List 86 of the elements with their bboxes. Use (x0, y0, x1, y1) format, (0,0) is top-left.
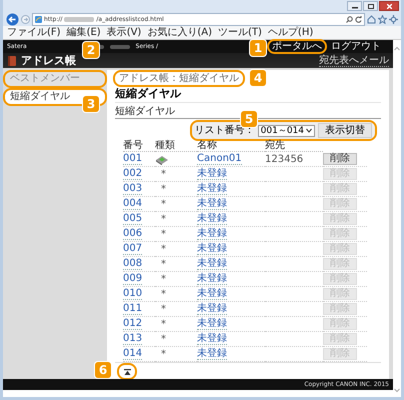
type-mark: * (161, 168, 166, 180)
menu-item[interactable]: 編集(E) (66, 27, 101, 38)
blurred-area (64, 16, 94, 22)
number-link[interactable]: 013 (123, 333, 142, 345)
name-link[interactable]: 未登録 (197, 258, 227, 270)
type-mark: * (161, 228, 166, 240)
home-icon[interactable] (367, 14, 376, 24)
refresh-icon[interactable] (355, 16, 362, 22)
name-link[interactable]: 未登録 (197, 273, 227, 285)
type-mark: * (161, 348, 166, 360)
breadcrumb: アドレス帳：短縮ダイヤル (115, 72, 243, 85)
caret-icon (306, 128, 312, 133)
type-mark: * (161, 184, 166, 194)
column-header: 宛先 (265, 140, 323, 152)
callout-badge: 2 (83, 42, 99, 58)
name-link[interactable]: 未登録 (197, 228, 227, 240)
page-title: 短縮ダイヤル (115, 87, 381, 103)
name-link[interactable]: 未登録 (197, 168, 227, 180)
menu-item[interactable]: お気に入り(A) (147, 27, 212, 38)
back-to-top-button[interactable] (119, 365, 135, 378)
callout-badge: 1 (250, 40, 266, 56)
page-icon (35, 16, 42, 22)
number-link[interactable]: 010 (123, 288, 142, 300)
close-button[interactable] (379, 1, 399, 11)
number-link[interactable]: 009 (123, 273, 142, 285)
number-link[interactable]: 012 (123, 318, 142, 330)
type-mark: * (161, 318, 166, 330)
list-number-dropdown[interactable]: 001～014 (258, 124, 315, 136)
switch-display-button[interactable]: 表示切替 (318, 123, 372, 138)
back-button[interactable] (6, 12, 19, 26)
settings-icon[interactable] (389, 14, 398, 24)
name-link[interactable]: 未登録 (197, 213, 227, 225)
name-link[interactable]: 未登録 (197, 183, 227, 195)
name-link[interactable]: 未登録 (197, 303, 227, 315)
menu-item[interactable]: ツール(T) (218, 27, 262, 38)
name-link[interactable]: 未登録 (197, 348, 227, 360)
type-mark: * (161, 288, 166, 300)
number-link[interactable]: 001 (123, 153, 142, 165)
number-link[interactable]: 004 (123, 198, 142, 210)
mail-link[interactable]: 宛先表へメール (319, 54, 389, 66)
callout-badge: 6 (95, 362, 111, 378)
callout-badge: 3 (83, 96, 99, 112)
star-icon[interactable] (378, 14, 387, 24)
menu-item[interactable]: ヘルプ(H) (268, 27, 314, 38)
menu-item[interactable]: ファイル(F) (7, 27, 61, 38)
maximize-button[interactable] (363, 1, 378, 11)
portal-button[interactable]: ポータルへ (269, 41, 325, 52)
number-link[interactable]: 007 (123, 243, 142, 255)
close-icon (386, 4, 392, 8)
callout-badge: 4 (250, 70, 266, 86)
type-mark: * (161, 274, 166, 284)
number-link[interactable]: 005 (123, 213, 142, 225)
number-link[interactable]: 008 (123, 258, 142, 270)
number-link[interactable]: 011 (123, 303, 142, 315)
type-mark: * (161, 244, 166, 254)
logout-link[interactable]: ログアウト (331, 41, 381, 52)
column-header: 種類 (155, 140, 197, 152)
column-header: 名称 (197, 140, 265, 152)
type-mark: * (161, 214, 166, 224)
name-link[interactable]: Canon01 (197, 153, 242, 165)
name-link[interactable]: 未登録 (197, 333, 227, 345)
number-link[interactable]: 003 (123, 183, 142, 195)
blurred-area (110, 44, 130, 48)
type-mark: * (161, 198, 166, 210)
search-icon[interactable] (346, 16, 353, 22)
number-link[interactable]: 006 (123, 228, 142, 240)
menu-item[interactable]: 表示(V) (106, 27, 142, 38)
app-title: アドレス帳 (21, 53, 76, 68)
type-mark: * (161, 258, 166, 270)
type-mark: * (161, 304, 166, 314)
delete-button[interactable]: 削除 (323, 153, 357, 165)
name-link[interactable]: 未登録 (197, 243, 227, 255)
column-header: 番号 (123, 140, 155, 152)
number-link[interactable]: 002 (123, 168, 142, 180)
book-icon (7, 54, 17, 66)
name-link[interactable]: 未登録 (197, 198, 227, 210)
maximize-icon (368, 4, 374, 8)
number-link[interactable]: 014 (123, 348, 142, 360)
minimize-button[interactable] (347, 1, 362, 11)
name-link[interactable]: 未登録 (197, 318, 227, 330)
destination-text: 123456 (265, 154, 304, 164)
device-icon (155, 153, 169, 165)
type-mark: * (161, 334, 166, 344)
top-icon (124, 368, 130, 374)
callout-badge: 5 (241, 111, 257, 127)
name-link[interactable]: 未登録 (197, 288, 227, 300)
